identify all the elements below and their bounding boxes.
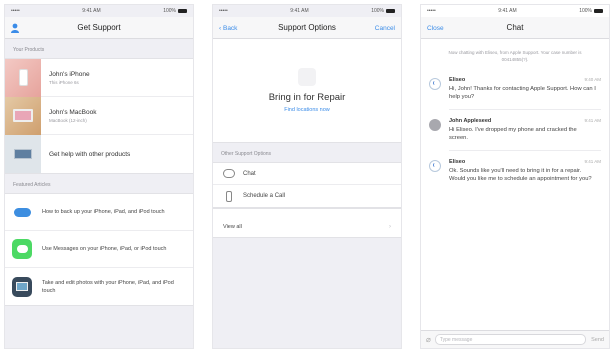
message-composer: ⌀ Send: [421, 330, 609, 348]
battery-level: 100%: [163, 8, 176, 14]
battery-level: 100%: [371, 8, 384, 14]
product-name: John's MacBook: [49, 108, 97, 116]
status-time: 9:41 AM: [290, 8, 309, 14]
page-title: Get Support: [77, 23, 121, 32]
page-title: Support Options: [278, 23, 336, 32]
option-label: Schedule a Call: [243, 193, 286, 199]
view-all-row[interactable]: View all ›: [213, 217, 401, 237]
battery-icon: [593, 9, 603, 13]
messages-icon: [12, 239, 32, 259]
chat-message: Eliseo 9:40 AM Hi, John! Thanks for cont…: [421, 69, 609, 101]
message-author: John Appleseed: [449, 118, 492, 124]
battery-icon: [177, 9, 187, 13]
articles-list: How to back up your iPhone, iPad, and iP…: [5, 193, 193, 306]
repair-card[interactable]: Bring in for Repair Find locations now: [213, 39, 401, 143]
product-subtitle: MacBook (12-inch): [49, 117, 87, 123]
article-row[interactable]: Use Messages on your iPhone, iPad, or iP…: [5, 231, 193, 268]
articles-section-label: Featured Articles: [13, 182, 51, 188]
view-all-label: View all: [223, 224, 242, 230]
article-row[interactable]: How to back up your iPhone, iPad, and iP…: [5, 194, 193, 231]
products-section-label: Your Products: [13, 47, 45, 53]
message-time: 9:41 AM: [584, 159, 601, 164]
product-row-iphone[interactable]: John's iPhone This iPhone 6s: [5, 58, 193, 97]
back-button[interactable]: ‹ Back: [219, 17, 237, 39]
schedule-call-option[interactable]: Schedule a Call: [213, 185, 401, 207]
macbook-thumbnail: [5, 96, 41, 135]
article-row[interactable]: Take and edit photos with your iPhone, i…: [5, 268, 193, 305]
agent-avatar: [429, 160, 441, 172]
message-text: Hi Eliseo. I've dropped my phone and cra…: [449, 127, 577, 141]
message-input[interactable]: [434, 334, 587, 345]
chat-case-note: Now chatting with Eliseo, from Apple Sup…: [448, 50, 582, 62]
status-bar: ••••• 9:41 AM 100%: [421, 5, 609, 17]
message-author: Eliseo: [449, 77, 466, 83]
repair-title: Bring in for Repair: [268, 92, 346, 103]
phone-icon: [226, 190, 232, 202]
article-title: Take and edit photos with your iPhone, i…: [42, 279, 174, 294]
icloud-icon: [12, 202, 32, 222]
nav-bar: ‹ Back Support Options Cancel: [213, 17, 401, 39]
get-support-screen: ••••• 9:41 AM 100% Get Support Your Prod…: [4, 4, 194, 349]
carrier-signal: •••••: [219, 8, 228, 14]
chat-bubble-icon: [223, 169, 235, 178]
photos-icon: [12, 276, 32, 297]
product-subtitle: This iPhone 6s: [49, 79, 79, 85]
cancel-button[interactable]: Cancel: [375, 17, 395, 39]
carrier-signal: •••••: [427, 8, 436, 14]
message-text: Hi, John! Thanks for contacting Apple Su…: [449, 86, 596, 100]
other-products-thumbnail: [5, 135, 41, 173]
options-list: Chat Schedule a Call: [213, 162, 401, 208]
macbook-icon: [13, 109, 33, 122]
battery-level: 100%: [579, 8, 592, 14]
iphone-icon: [18, 69, 28, 86]
message-time: 9:40 AM: [584, 77, 601, 82]
option-label: Chat: [243, 170, 256, 177]
status-time: 9:41 AM: [82, 8, 101, 14]
carrier-signal: •••••: [11, 8, 20, 14]
chevron-right-icon: ›: [389, 224, 391, 230]
status-bar: ••••• 9:41 AM 100%: [213, 5, 401, 17]
paperclip-icon[interactable]: ⌀: [426, 335, 431, 344]
user-avatar: [429, 119, 441, 131]
chat-option[interactable]: Chat: [213, 163, 401, 185]
product-name: John's iPhone: [49, 70, 90, 78]
profile-icon[interactable]: [11, 17, 19, 39]
devices-icon: [14, 149, 32, 159]
product-row-macbook[interactable]: John's MacBook MacBook (12-inch): [5, 96, 193, 135]
products-list: John's iPhone This iPhone 6s John's MacB…: [5, 58, 193, 174]
message-text: Ok. Sounds like you'll need to bring it …: [449, 168, 592, 182]
article-title: How to back up your iPhone, iPad, and iP…: [42, 209, 165, 215]
page-title: Chat: [506, 23, 524, 32]
message-author: Eliseo: [449, 159, 466, 165]
chat-screen: ••••• 9:41 AM 100% Close Chat Now chatti…: [420, 4, 610, 349]
product-row-other[interactable]: Get help with other products: [5, 135, 193, 173]
iphone-thumbnail: [5, 58, 41, 97]
chat-message: Eliseo 9:41 AM Ok. Sounds like you'll ne…: [421, 151, 609, 183]
status-bar: ••••• 9:41 AM 100%: [5, 5, 193, 17]
status-time: 9:41 AM: [498, 8, 517, 14]
support-options-screen: ••••• 9:41 AM 100% ‹ Back Support Option…: [212, 4, 402, 349]
send-button[interactable]: Send: [591, 337, 604, 343]
nav-bar: Close Chat: [421, 17, 609, 39]
close-button[interactable]: Close: [427, 17, 444, 39]
other-options-label: Other Support Options: [221, 151, 272, 157]
apple-icon: [298, 68, 316, 86]
message-time: 9:41 AM: [584, 118, 601, 123]
product-name: Get help with other products: [49, 150, 131, 158]
nav-bar: Get Support: [5, 17, 193, 39]
chat-message: John Appleseed 9:41 AM Hi Eliseo. I've d…: [421, 110, 609, 142]
article-title: Use Messages on your iPhone, iPad, or iP…: [42, 246, 167, 252]
find-locations-link[interactable]: Find locations now: [284, 107, 330, 113]
agent-avatar: [429, 78, 441, 90]
battery-icon: [385, 9, 395, 13]
